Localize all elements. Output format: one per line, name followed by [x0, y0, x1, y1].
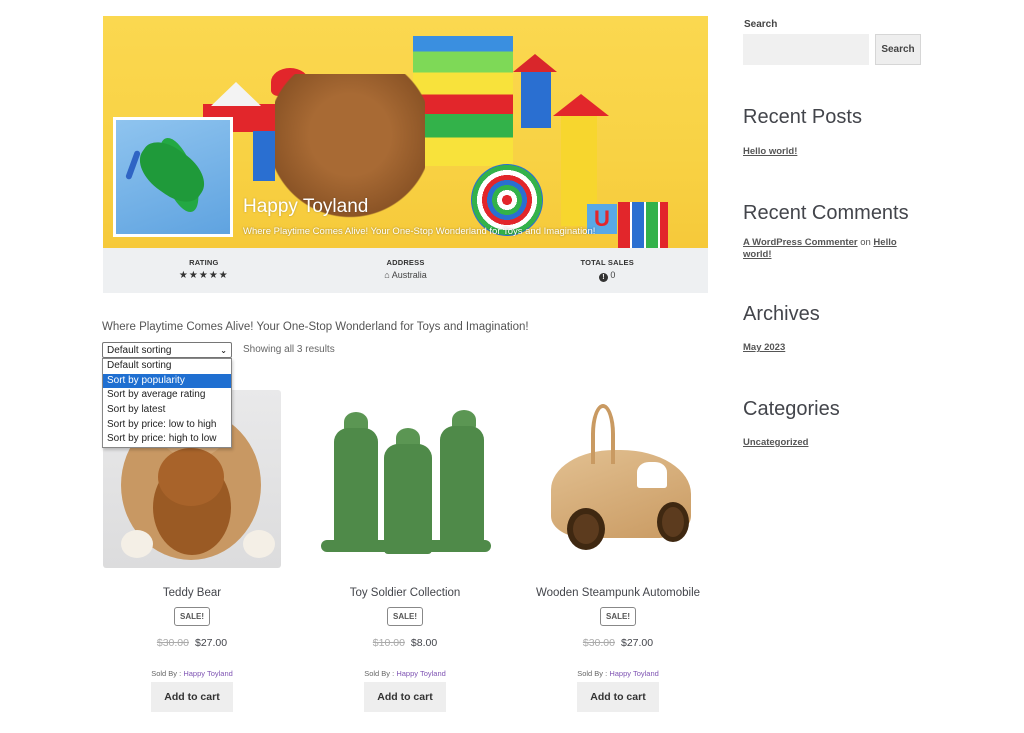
toy-rubiks-cube	[618, 202, 668, 248]
price-sale: $27.00	[621, 637, 654, 649]
recent-comments-heading: Recent Comments	[743, 202, 909, 224]
product-title[interactable]: Toy Soldier Collection	[315, 587, 495, 599]
stat-total-sales: TOTAL SALES ! 0	[506, 248, 708, 293]
add-to-cart-button[interactable]: Add to cart	[577, 682, 659, 712]
toy-lego-tower	[413, 36, 513, 166]
stat-value: Australia	[391, 270, 427, 280]
sort-option-price-desc[interactable]: Sort by price: high to low	[103, 432, 231, 447]
stat-rating: RATING ★★★★★	[103, 248, 305, 293]
home-icon: ⌂	[384, 270, 390, 280]
sale-badge: SALE!	[600, 607, 636, 626]
car-wheel	[567, 508, 605, 550]
car-wheel	[657, 502, 689, 542]
info-icon: !	[598, 273, 608, 282]
sort-option-latest[interactable]: Sort by latest	[103, 403, 231, 418]
sold-by: Sold By : Happy Toyland	[102, 669, 282, 678]
stat-address: ADDRESS ⌂ Australia	[305, 248, 507, 293]
sort-selected-value: Default sorting	[107, 344, 172, 356]
comment-on-text: on	[860, 237, 871, 248]
star-rating-icon: ★★★★★	[178, 270, 229, 281]
vendor-link[interactable]: Happy Toyland	[609, 669, 658, 678]
stat-label: TOTAL SALES	[580, 258, 634, 267]
result-count: Showing all 3 results	[243, 344, 335, 355]
soldier-figure	[384, 444, 432, 554]
soldier-figure	[440, 426, 484, 544]
chevron-down-icon: ⌄	[220, 345, 227, 355]
sort-select[interactable]: Default sorting ⌄	[102, 342, 232, 358]
plane-body	[129, 133, 215, 211]
vendor-link[interactable]: Happy Toyland	[396, 669, 445, 678]
price-original: $30.00	[156, 637, 189, 649]
comment-author-link[interactable]: A WordPress Commenter	[743, 237, 858, 248]
sort-option-rating[interactable]: Sort by average rating	[103, 388, 231, 403]
sort-dropdown-list: Default sorting Sort by popularity Sort …	[102, 358, 232, 449]
sale-badge: SALE!	[174, 607, 210, 626]
bear-paw-right	[243, 530, 275, 558]
search-label: Search	[744, 19, 778, 30]
archives-heading: Archives	[743, 303, 820, 325]
product-price: $30.00 $27.00	[102, 637, 282, 649]
product-image-wooden-automobile[interactable]	[529, 390, 707, 568]
store-avatar	[113, 117, 233, 237]
stat-value: 0	[610, 270, 616, 280]
store-banner: U Happy Toyland Where Playtime Comes Ali…	[103, 16, 708, 248]
add-to-cart-button[interactable]: Add to cart	[364, 682, 446, 712]
sale-badge: SALE!	[387, 607, 423, 626]
product-card: Wooden Steampunk Automobile SALE! $30.00…	[528, 390, 708, 712]
store-description: Where Playtime Comes Alive! Your One-Sto…	[102, 321, 529, 333]
sort-option-price-asc[interactable]: Sort by price: low to high	[103, 418, 231, 433]
categories-heading: Categories	[743, 398, 840, 420]
sold-by: Sold By : Happy Toyland	[528, 669, 708, 678]
add-to-cart-button[interactable]: Add to cart	[151, 682, 233, 712]
recent-post-link[interactable]: Hello world!	[743, 146, 797, 157]
toy-teddy-body	[275, 74, 425, 248]
product-title[interactable]: Teddy Bear	[102, 587, 282, 599]
price-original: $30.00	[582, 637, 615, 649]
product-price: $30.00 $27.00	[528, 637, 708, 649]
category-link[interactable]: Uncategorized	[743, 437, 808, 448]
sort-option-default[interactable]: Default sorting	[103, 359, 231, 374]
sold-by: Sold By : Happy Toyland	[315, 669, 495, 678]
soldier-base	[321, 540, 491, 552]
search-button[interactable]: Search	[875, 34, 921, 65]
toy-block-blue	[253, 131, 275, 181]
store-tagline: Where Playtime Comes Alive! Your One-Sto…	[243, 226, 596, 237]
store-stats-bar: RATING ★★★★★ ADDRESS ⌂ Australia TOTAL S…	[103, 248, 708, 293]
sold-by-label: Sold By :	[151, 669, 182, 678]
toy-roof-yellow	[553, 94, 609, 116]
toy-house-red	[521, 68, 551, 128]
sold-by-label: Sold By :	[577, 669, 608, 678]
sort-option-popularity[interactable]: Sort by popularity	[103, 373, 231, 389]
price-sale: $8.00	[410, 637, 438, 649]
toy-roof-red	[513, 54, 557, 72]
stat-label: ADDRESS	[386, 258, 425, 267]
recent-comment: A WordPress Commenter on Hello world!	[743, 237, 913, 261]
bear-small-head	[158, 448, 224, 506]
product-price: $10.00 $8.00	[315, 637, 495, 649]
product-title[interactable]: Wooden Steampunk Automobile	[528, 587, 708, 599]
recent-posts-heading: Recent Posts	[743, 106, 862, 128]
search-input[interactable]	[743, 34, 869, 65]
store-name: Happy Toyland	[243, 196, 369, 217]
price-original: $10.00	[372, 637, 405, 649]
product-image-toy-soldiers[interactable]	[316, 390, 494, 568]
plane-propeller	[125, 149, 141, 181]
price-sale: $27.00	[195, 637, 228, 649]
soldier-figure	[334, 428, 378, 546]
car-top-ornament	[591, 404, 615, 464]
stat-label: RATING	[189, 258, 219, 267]
sold-by-label: Sold By :	[364, 669, 395, 678]
archive-link[interactable]: May 2023	[743, 342, 785, 353]
bear-paw-left	[121, 530, 153, 558]
product-card: Toy Soldier Collection SALE! $10.00 $8.00…	[315, 390, 495, 712]
toy-triangle-white	[211, 82, 261, 106]
vendor-link[interactable]: Happy Toyland	[183, 669, 232, 678]
car-window	[637, 462, 667, 488]
